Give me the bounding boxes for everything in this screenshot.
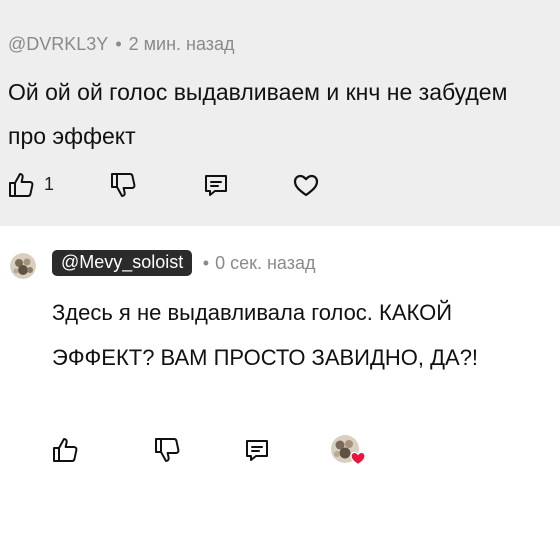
dislike-button[interactable] xyxy=(150,432,184,468)
like-count: 1 xyxy=(44,174,55,194)
comment-username[interactable]: @DVRKL3Y xyxy=(8,34,108,54)
comment-meta: @DVRKL3Y • 2 мин. назад xyxy=(8,34,235,55)
avatar-image xyxy=(10,253,36,279)
meta-separator: • xyxy=(202,252,210,273)
thumbs-up-icon xyxy=(53,438,78,462)
comment-card: @DVRKL3Y • 2 мин. назад Ой ой ой голос выд… xyxy=(0,0,560,226)
heart-icon xyxy=(293,174,319,197)
reply-button[interactable] xyxy=(199,167,233,203)
like-button[interactable] xyxy=(48,432,82,468)
creator-username-badge[interactable]: @Mevy_soloist xyxy=(52,250,193,276)
reply-meta: @Mevy_soloist • 0 сек. назад xyxy=(52,250,316,280)
comment-timestamp: 2 мин. назад xyxy=(128,34,235,54)
reply-meta-text: • 0 сек. назад xyxy=(203,253,316,274)
thumbs-down-icon xyxy=(111,173,136,197)
meta-separator: • xyxy=(115,34,122,54)
heart-button[interactable] xyxy=(289,167,323,203)
reply-icon xyxy=(246,440,268,461)
dislike-button[interactable] xyxy=(106,167,140,203)
heart-badge-icon xyxy=(350,450,366,466)
comment-text: Ой ой ой голос выдавливаем и кнч не забу… xyxy=(8,79,508,149)
reply-timestamp: 0 сек. назад xyxy=(215,252,316,273)
reply-text: Здесь я не выдавливала голос. КАКОЙ ЭФФЕ… xyxy=(52,300,479,370)
reply-button[interactable] xyxy=(240,432,274,468)
like-button[interactable] xyxy=(4,167,38,203)
reply-icon xyxy=(205,175,227,196)
thumbs-down-icon xyxy=(155,438,180,462)
thumbs-up-icon xyxy=(9,173,34,197)
avatar[interactable] xyxy=(10,253,36,279)
